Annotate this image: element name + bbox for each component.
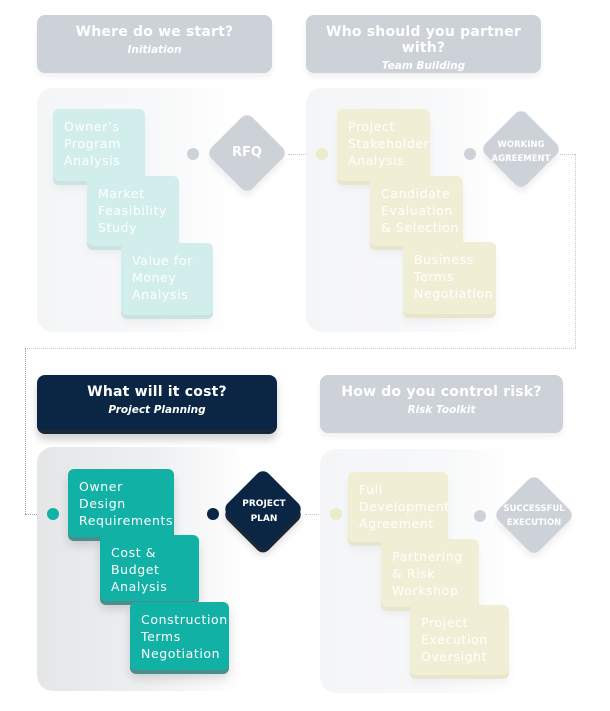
- step-card[interactable]: Market Feasibility Study: [87, 176, 179, 246]
- step-line: Partnering: [392, 549, 463, 564]
- step-line: Development: [359, 499, 450, 514]
- step-line: Oversight: [421, 649, 488, 664]
- step-line: Project: [421, 615, 468, 630]
- phase-subtitle: Team Building: [381, 60, 466, 72]
- step-line: Budget: [111, 562, 160, 577]
- step-line: Value for: [132, 253, 193, 268]
- step-line: Agreement: [359, 516, 434, 531]
- milestone-line: RFQ: [232, 145, 262, 160]
- step-line: Design: [79, 496, 126, 511]
- step-line: Negotiation: [414, 286, 494, 301]
- phase-question: How do you control risk?: [341, 384, 542, 400]
- milestone-label-successful-execution: SUCCESSFUL EXECUTION: [494, 502, 574, 530]
- phase-subtitle: Project Planning: [108, 404, 206, 416]
- step-line: Stakeholder: [348, 136, 430, 151]
- step-card[interactable]: Candidate Evaluation & Selection: [370, 176, 463, 246]
- connector-line: [25, 348, 576, 349]
- milestone-dot: [187, 148, 199, 160]
- step-line: Owner’s: [64, 119, 120, 134]
- connector-line: [25, 348, 26, 514]
- step-card[interactable]: Owner Design Requirements: [68, 469, 174, 537]
- milestone-line: SUCCESSFUL: [503, 504, 565, 514]
- milestone-dot: [47, 508, 59, 520]
- step-line: Analysis: [64, 153, 121, 168]
- step-line: & Risk: [392, 566, 436, 581]
- phase-header-initiation[interactable]: Where do we start? Initiation: [37, 15, 272, 73]
- phase-question: What will it cost?: [87, 384, 227, 400]
- step-line: Construction: [141, 612, 228, 627]
- step-card[interactable]: Project Stakeholder Analysis: [337, 109, 430, 181]
- step-line: Analysis: [111, 579, 168, 594]
- step-line: Study: [98, 220, 138, 235]
- step-line: Program: [64, 136, 121, 151]
- step-line: Business: [414, 252, 474, 267]
- step-card[interactable]: Owner’s Program Analysis: [53, 109, 145, 181]
- phase-subtitle: Initiation: [127, 44, 182, 56]
- step-line: Project: [348, 119, 395, 134]
- milestone-dot: [474, 510, 486, 522]
- step-line: Requirements: [79, 513, 174, 528]
- step-line: Analysis: [132, 287, 189, 302]
- step-card[interactable]: Full Development Agreement: [348, 472, 450, 542]
- connector-line: [575, 154, 576, 348]
- step-line: Owner: [79, 479, 123, 494]
- step-line: Execution: [421, 632, 488, 647]
- phase-header-risk-toolkit[interactable]: How do you control risk? Risk Toolkit: [320, 375, 563, 433]
- phase-question: Who should you partner with?: [326, 24, 521, 56]
- step-line: Analysis: [348, 153, 405, 168]
- step-line: Money: [132, 270, 177, 285]
- milestone-dot: [316, 148, 328, 160]
- phase-subtitle: Risk Toolkit: [407, 404, 476, 416]
- milestone-dot: [464, 148, 476, 160]
- step-card[interactable]: Project Execution Oversight: [410, 605, 509, 675]
- milestone-line: PLAN: [250, 514, 278, 524]
- step-card[interactable]: Business Terms Negotiation: [403, 242, 496, 314]
- milestone-line: EXECUTION: [506, 518, 562, 528]
- step-line: Terms: [414, 269, 454, 284]
- phase-header-project-planning[interactable]: What will it cost? Project Planning: [37, 375, 277, 434]
- step-line: Workshop: [392, 583, 459, 598]
- step-card[interactable]: Partnering & Risk Workshop: [381, 539, 479, 607]
- step-line: Cost &: [111, 545, 157, 560]
- step-card[interactable]: Cost & Budget Analysis: [100, 535, 199, 601]
- step-line: Candidate: [381, 186, 451, 201]
- step-line: Negotiation: [141, 646, 221, 661]
- phase-header-team-building[interactable]: Who should you partner with? Team Buildi…: [306, 15, 541, 73]
- connector-line: [560, 154, 575, 155]
- milestone-label-project-plan: PROJECT PLAN: [228, 497, 300, 527]
- phase-question: Where do we start?: [75, 24, 234, 40]
- milestone-line: WORKING: [497, 140, 545, 150]
- step-card[interactable]: Value for Money Analysis: [121, 243, 213, 315]
- milestone-line: AGREEMENT: [491, 154, 551, 164]
- step-line: Full: [359, 482, 383, 497]
- step-line: Feasibility: [98, 203, 168, 218]
- milestone-label-working-agreement: WORKING AGREEMENT: [481, 138, 561, 166]
- milestone-line: PROJECT: [242, 499, 286, 509]
- milestone-dot: [207, 508, 219, 520]
- step-line: & Selection: [381, 220, 459, 235]
- step-line: Terms: [141, 629, 181, 644]
- step-line: Market: [98, 186, 145, 201]
- step-line: Evaluation: [381, 203, 453, 218]
- milestone-dot: [330, 508, 342, 520]
- step-card[interactable]: Construction Terms Negotiation: [130, 602, 229, 670]
- milestone-label-rfq: RFQ: [212, 145, 282, 160]
